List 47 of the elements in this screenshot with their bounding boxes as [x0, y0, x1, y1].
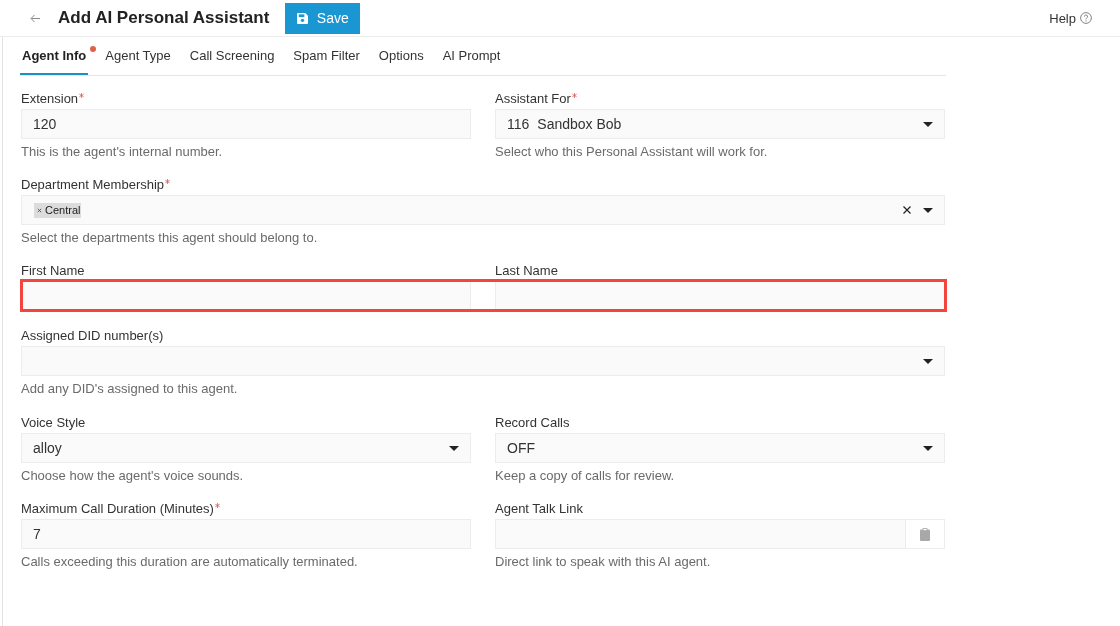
select-field[interactable]: OFF	[495, 433, 945, 463]
field-label: Maximum Call Duration (Minutes)	[21, 500, 214, 517]
help-text: This is the agent's internal number.	[21, 143, 224, 160]
tab[interactable]: Call Screening	[187, 37, 277, 75]
department-name: Central	[45, 204, 81, 216]
text-field[interactable]: 120	[21, 109, 471, 139]
clipboard-icon	[920, 527, 930, 541]
copy-button[interactable]	[906, 519, 945, 549]
clear-icon[interactable]	[903, 206, 911, 214]
back-arrow-icon[interactable]	[30, 13, 41, 23]
page-title: Add AI Personal Assistant	[58, 8, 270, 28]
caret-icon	[449, 445, 459, 451]
caret-icon	[923, 207, 933, 213]
field-label: First Name	[21, 262, 85, 279]
field-label: Assistant For	[495, 90, 571, 107]
help-icon[interactable]	[1080, 12, 1092, 24]
select-field[interactable]: alloy	[21, 433, 471, 463]
help-text: Select the departments this agent should belong to.	[21, 229, 319, 246]
tab[interactable]: Options	[376, 37, 426, 75]
select-field[interactable]: 116 Sandbox Bob	[495, 109, 945, 139]
field-label: Agent Talk Link	[495, 500, 583, 517]
field-label: Record Calls	[495, 414, 570, 431]
field-label: Assigned DID number(s)	[21, 327, 164, 344]
tab[interactable]: Spam Filter	[291, 37, 362, 75]
help-text: Calls exceeding this duration are automatically terminated.	[21, 553, 359, 570]
multi-select-field[interactable]: Central	[21, 195, 945, 225]
help-link[interactable]: Help	[1049, 10, 1076, 26]
caret-icon	[923, 445, 933, 451]
tab[interactable]: Agent Info	[20, 37, 89, 75]
help-text: Direct link to speak with this AI agent.	[495, 553, 712, 570]
text-field[interactable]	[21, 281, 471, 311]
caret-icon	[923, 358, 933, 364]
text-field[interactable]	[495, 281, 945, 311]
select-field[interactable]	[21, 346, 945, 376]
text-field[interactable]: 7	[21, 519, 471, 549]
tab[interactable]: Agent Type	[103, 37, 173, 75]
caret-icon	[923, 121, 933, 127]
remove-icon[interactable]	[37, 207, 42, 213]
field-label: Extension	[21, 90, 79, 107]
help-text: Select who this Personal Assistant will work for.	[495, 143, 769, 160]
help-text: Choose how the agent's voice sounds.	[21, 467, 245, 484]
tab[interactable]: AI Prompt	[440, 37, 503, 75]
help-text: Keep a copy of calls for review.	[495, 467, 676, 484]
field-label: Department Membership	[21, 176, 165, 193]
help-text: Add any DID's assigned to this agent.	[21, 380, 239, 397]
field-label: Voice Style	[21, 414, 86, 431]
field-label: Last Name	[495, 262, 558, 279]
